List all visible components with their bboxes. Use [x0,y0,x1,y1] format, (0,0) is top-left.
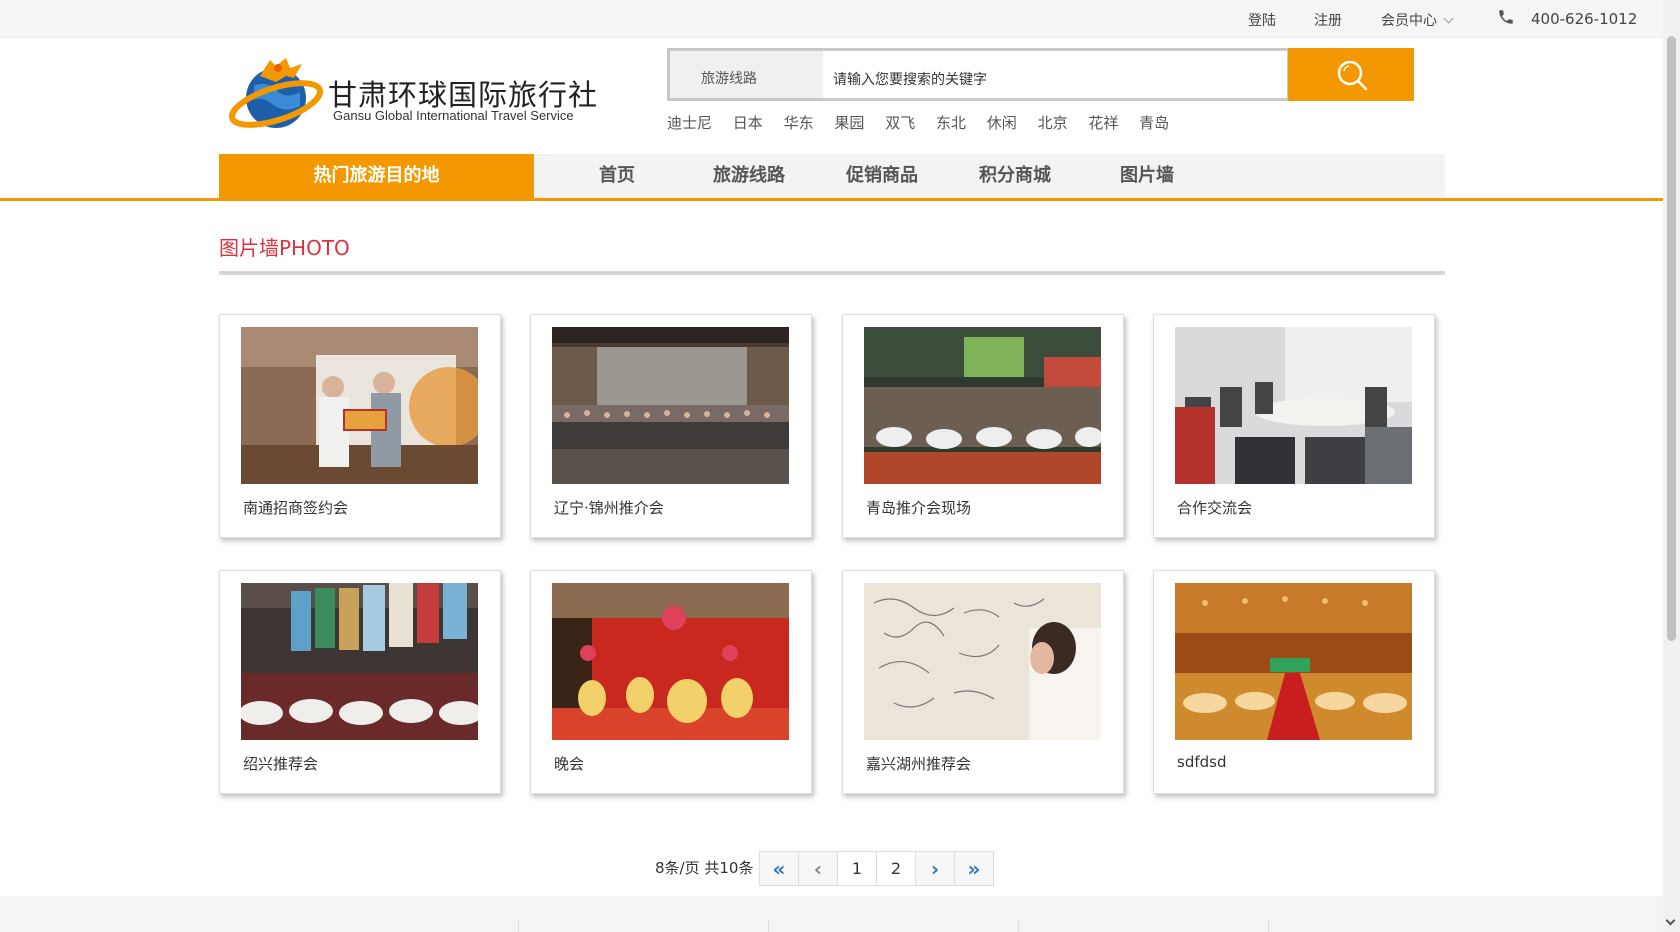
hot-keywords: 迪士尼 日本 华东 果园 双飞 东北 休闲 北京 花祥 青岛 [667,112,1185,133]
photo-image [241,583,478,740]
search-input[interactable] [825,51,1285,98]
photo-image [1175,327,1412,484]
first-page-button[interactable]: « [759,851,799,886]
footer-divider [1018,920,1019,932]
scroll-down-arrow-icon[interactable] [1665,915,1676,926]
hot-keyword[interactable]: 花祥 [1088,114,1118,132]
photo-card[interactable]: sdfdsd [1153,570,1435,794]
phone-icon [1499,10,1513,24]
nav-underline [0,198,1663,201]
login-link[interactable]: 登陆 [1248,10,1276,30]
nav-item-photo-wall[interactable]: 图片墙 [1120,154,1174,198]
photo-caption: 合作交流会 [1177,499,1253,517]
chevron-right-icon: › [930,856,940,881]
logo-emblem[interactable] [226,46,326,132]
pagination-info: 8条/页 共10条 [655,859,754,877]
photo-image [552,583,789,740]
hot-keyword[interactable]: 休闲 [987,114,1017,132]
hot-keyword[interactable]: 迪士尼 [667,114,712,132]
page-title: 图片墙PHOTO [219,236,350,260]
next-page-button[interactable]: › [915,851,955,886]
hot-keyword[interactable]: 双飞 [885,114,915,132]
photo-image [1175,583,1412,740]
chevron-down-icon [1443,13,1454,24]
hot-keyword[interactable]: 日本 [733,114,763,132]
footer-divider [518,920,519,932]
photo-image [864,327,1101,484]
footer [0,896,1663,932]
member-center-label: 会员中心 [1381,13,1437,29]
search-button[interactable] [1288,48,1414,101]
photo-caption: 青岛推介会现场 [866,499,972,517]
photo-card[interactable]: 辽宁·锦州推介会 [530,314,812,538]
search-box: 旅游线路 [667,48,1290,101]
nav-item-home[interactable]: 首页 [599,154,635,198]
vertical-scrollbar[interactable] [1663,0,1680,932]
photo-caption: 晚会 [554,755,585,773]
register-link[interactable]: 注册 [1314,10,1342,30]
photo-card[interactable]: 绍兴推荐会 [219,570,501,794]
search-bar: 旅游线路 [667,48,1414,101]
last-page-button[interactable]: » [954,851,994,886]
nav-item-routes[interactable]: 旅游线路 [713,154,785,198]
phone-number: 400-626-1012 [1531,10,1638,28]
scrollbar-thumb[interactable] [1667,36,1676,641]
photo-card[interactable]: 青岛推介会现场 [842,314,1124,538]
main-nav: 热门旅游目的地 首页 旅游线路 促销商品 积分商城 图片墙 [219,154,1445,198]
title-divider [219,271,1445,275]
photo-card[interactable]: 晚会 [530,570,812,794]
photo-card[interactable]: 南通招商签约会 [219,314,501,538]
member-center-menu[interactable]: 会员中心 [1381,10,1454,30]
photo-caption: 绍兴推荐会 [243,755,319,773]
page-2-button[interactable]: 2 [876,851,916,886]
double-chevron-left-icon: « [772,856,786,881]
hot-keyword[interactable]: 果园 [834,114,864,132]
photo-caption: 辽宁·锦州推介会 [554,499,664,517]
photo-caption: 嘉兴湖州推荐会 [866,755,972,773]
nav-item-promotions[interactable]: 促销商品 [846,154,918,198]
photo-image [552,327,789,484]
nav-item-points-mall[interactable]: 积分商城 [979,154,1051,198]
chevron-left-icon: ‹ [813,856,823,881]
pagination: « ‹ 1 2 › » [759,851,994,886]
photo-caption: sdfdsd [1177,753,1227,771]
hot-keyword[interactable]: 北京 [1038,114,1068,132]
top-bar: 登陆 注册 会员中心 400-626-1012 [0,0,1663,38]
hot-keyword[interactable]: 青岛 [1139,114,1169,132]
footer-divider [1268,920,1269,932]
prev-page-button[interactable]: ‹ [798,851,838,886]
footer-divider [768,920,769,932]
photo-image [864,583,1101,740]
hot-keyword[interactable]: 东北 [936,114,966,132]
photo-card[interactable]: 合作交流会 [1153,314,1435,538]
photo-card[interactable]: 嘉兴湖州推荐会 [842,570,1124,794]
hot-keyword[interactable]: 华东 [784,114,814,132]
photo-image [241,327,478,484]
nav-hot-destinations[interactable]: 热门旅游目的地 [219,154,534,198]
page-1-button[interactable]: 1 [837,851,877,886]
double-chevron-right-icon: » [967,856,981,881]
photo-caption: 南通招商签约会 [243,499,349,517]
search-icon [1337,60,1368,91]
logo-english-name: Gansu Global International Travel Servic… [333,108,574,123]
search-category-select[interactable]: 旅游线路 [670,51,823,98]
